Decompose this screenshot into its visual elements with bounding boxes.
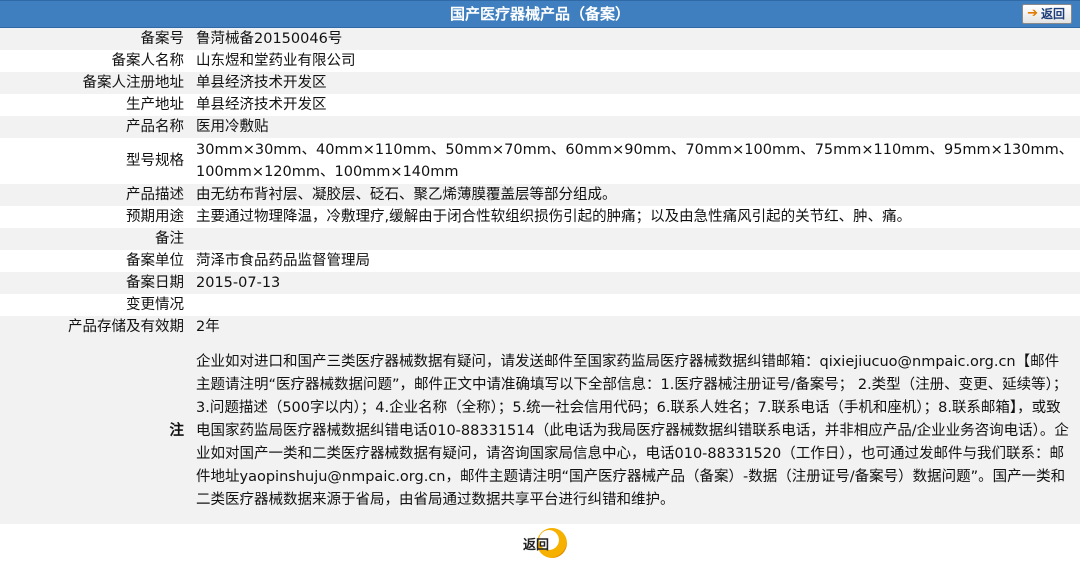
field-value: 2年 <box>188 316 1080 338</box>
table-row: 产品描述 由无纺布背衬层、凝胶层、砭石、聚乙烯薄膜覆盖层等部分组成。 <box>0 184 1080 206</box>
page-title: 国产医疗器械产品（备案） <box>449 5 630 23</box>
field-label: 预期用途 <box>0 206 188 228</box>
field-value: 2015-07-13 <box>188 272 1080 294</box>
table-row: 产品名称 医用冷敷贴 <box>0 116 1080 138</box>
field-value <box>188 294 1080 316</box>
table-row: 型号规格 30mm×30mm、40mm×110mm、50mm×70mm、60mm… <box>0 138 1080 184</box>
table-row: 预期用途 主要通过物理降温，冷敷理疗,缓解由于闭合性软组织损伤引起的肿痛；以及由… <box>0 206 1080 228</box>
table-row: 备案单位 菏泽市食品药品监督管理局 <box>0 250 1080 272</box>
note-text: 企业如对进口和国产三类医疗器械数据有疑问，请发送邮件至国家药监局医疗器械数据纠错… <box>188 338 1080 524</box>
table-row: 备案人注册地址 单县经济技术开发区 <box>0 72 1080 94</box>
bottom-back-label: 返回 <box>522 538 549 553</box>
bottom-back-button[interactable]: 返回 <box>513 528 567 558</box>
field-value: 鲁菏械备20150046号 <box>188 28 1080 50</box>
record-table: 备案号 鲁菏械备20150046号 备案人名称 山东煜和堂药业有限公司 备案人注… <box>0 28 1080 524</box>
field-value: 30mm×30mm、40mm×110mm、50mm×70mm、60mm×90mm… <box>188 138 1080 184</box>
field-value: 单县经济技术开发区 <box>188 94 1080 116</box>
table-row: 变更情况 <box>0 294 1080 316</box>
field-value: 医用冷敷贴 <box>188 116 1080 138</box>
field-value: 由无纺布背衬层、凝胶层、砭石、聚乙烯薄膜覆盖层等部分组成。 <box>188 184 1080 206</box>
table-row: 生产地址 单县经济技术开发区 <box>0 94 1080 116</box>
field-label: 产品名称 <box>0 116 188 138</box>
footer: 返回 <box>0 524 1080 562</box>
field-value: 单县经济技术开发区 <box>188 72 1080 94</box>
field-label: 变更情况 <box>0 294 188 316</box>
field-label: 备注 <box>0 228 188 250</box>
field-label: 备案单位 <box>0 250 188 272</box>
field-label: 备案人注册地址 <box>0 72 188 94</box>
field-label: 备案号 <box>0 28 188 50</box>
field-value <box>188 228 1080 250</box>
field-label: 型号规格 <box>0 138 188 184</box>
field-label: 备案日期 <box>0 272 188 294</box>
table-row: 产品存储及有效期 2年 <box>0 316 1080 338</box>
note-label: 注 <box>0 338 188 524</box>
table-row: 备案日期 2015-07-13 <box>0 272 1080 294</box>
top-back-label: 返回 <box>1040 7 1065 21</box>
table-row: 备注 <box>0 228 1080 250</box>
field-value: 主要通过物理降温，冷敷理疗,缓解由于闭合性软组织损伤引起的肿痛；以及由急性痛风引… <box>188 206 1080 228</box>
field-value: 菏泽市食品药品监督管理局 <box>188 250 1080 272</box>
header-bar: 国产医疗器械产品（备案） ➔ 返回 <box>0 0 1080 28</box>
table-row-note: 注 企业如对进口和国产三类医疗器械数据有疑问，请发送邮件至国家药监局医疗器械数据… <box>0 338 1080 524</box>
field-value: 山东煜和堂药业有限公司 <box>188 50 1080 72</box>
table-row: 备案号 鲁菏械备20150046号 <box>0 28 1080 50</box>
field-label: 备案人名称 <box>0 50 188 72</box>
top-back-button[interactable]: ➔ 返回 <box>1022 4 1072 24</box>
field-label: 产品描述 <box>0 184 188 206</box>
field-label: 生产地址 <box>0 94 188 116</box>
table-row: 备案人名称 山东煜和堂药业有限公司 <box>0 50 1080 72</box>
field-label: 产品存储及有效期 <box>0 316 188 338</box>
arrow-right-icon: ➔ <box>1027 6 1038 21</box>
